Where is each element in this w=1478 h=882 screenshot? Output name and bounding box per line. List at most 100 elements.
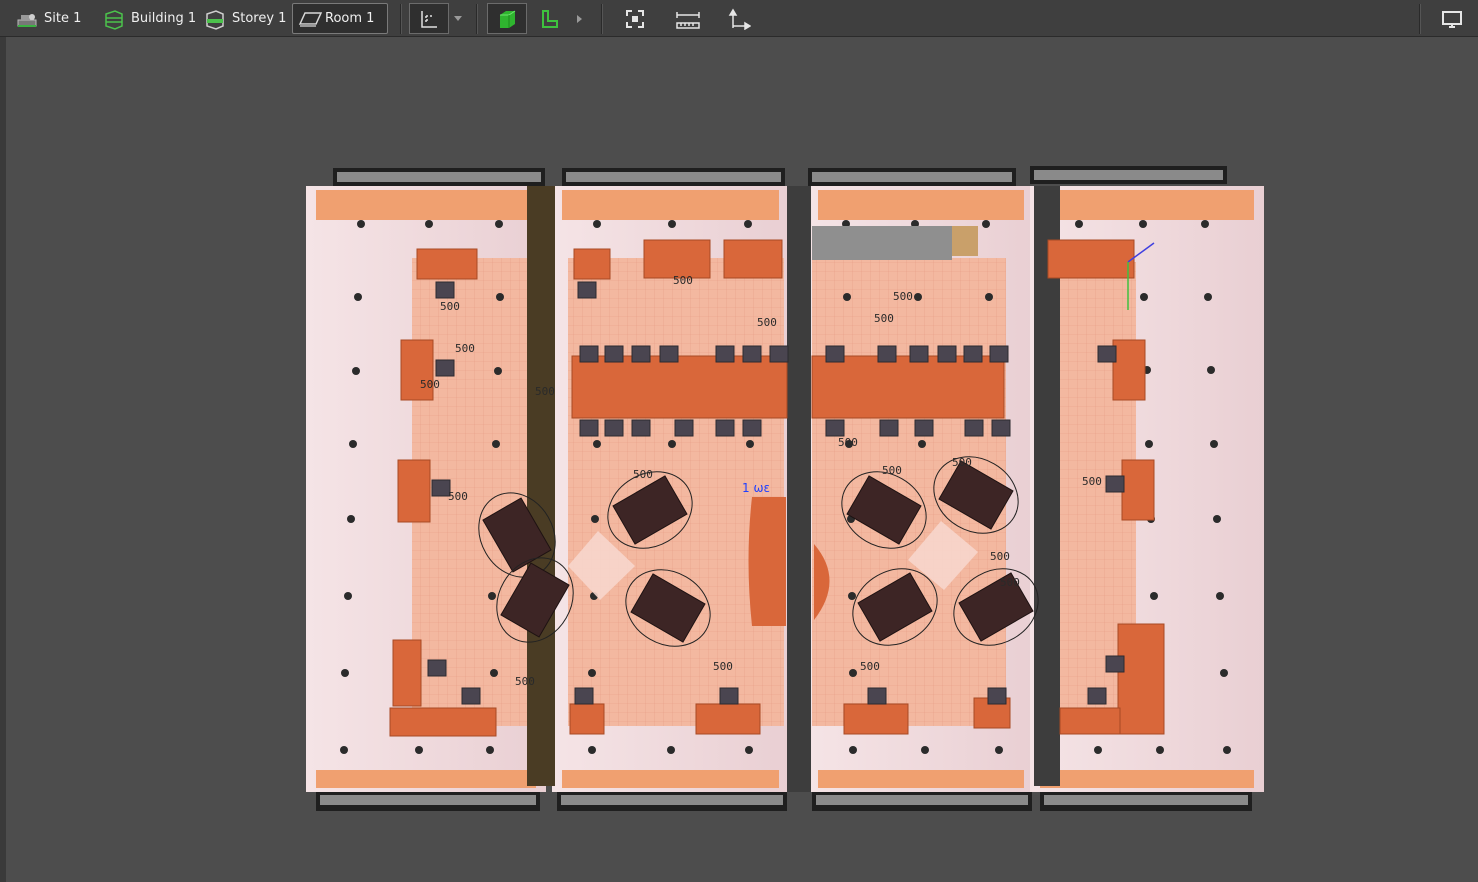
ceiling-light [849,746,857,754]
ceiling-light [667,746,675,754]
chair [987,687,1007,705]
ceiling-light [985,293,993,301]
3d-view-button[interactable] [487,3,527,34]
breadcrumb-label: Room 1 [325,11,375,26]
chair [989,345,1009,363]
chair [659,345,679,363]
fit-to-view-button[interactable] [617,3,653,34]
floor-label: 500 [455,342,475,355]
chair [914,419,934,437]
furniture-block [1117,623,1165,735]
chair [1105,475,1125,493]
toolbar-separator [400,4,401,34]
measure-button[interactable] [668,3,704,34]
chair [825,345,845,363]
ceiling-light [1204,293,1212,301]
floor-label: 500 [952,456,972,469]
chair [604,345,624,363]
measure-ruler-icon [675,8,700,30]
chair [579,419,599,437]
site-icon [16,8,38,30]
chair [579,345,599,363]
toolbar-separator [1419,4,1420,34]
chair [715,419,735,437]
display-settings-button[interactable] [1434,3,1470,34]
floorplan-view-button[interactable] [409,3,449,34]
ceiling-light [588,746,596,754]
3d-viewport[interactable]: 500 500 500 500 500 500 500 500 500 500 500 500 500 5… [6,37,1478,882]
ceiling-light [415,746,423,754]
chair [1097,345,1117,363]
window-glass [561,795,783,805]
ceiling-light [1210,440,1218,448]
chair [604,419,624,437]
window-glass [812,172,1012,182]
ceiling-light [1156,746,1164,754]
chair [742,345,762,363]
breadcrumb-storey[interactable]: Storey 1 [200,3,290,34]
breadcrumb-label: Site 1 [44,11,82,26]
floorplan-view-icon [418,8,440,30]
ceiling-light [593,440,601,448]
ceiling-light [668,440,676,448]
chair [879,419,899,437]
ceiling-light [1201,220,1209,228]
chair [461,687,481,705]
chair [1105,655,1125,673]
top-wall-strip [818,190,1024,220]
top-toolbar: Site 1 Building 1 Storey 1 Room 1 [0,0,1478,37]
ceiling-light [588,669,596,677]
floorplan-dropdown-button[interactable] [451,3,465,34]
ceiling-light [344,592,352,600]
furniture-block [1121,459,1155,521]
ceiling-light [488,592,496,600]
ceiling-light [849,669,857,677]
bottom-wall-strip [316,770,536,788]
dimension-button[interactable] [718,3,754,34]
room-scene[interactable]: 500 500 500 500 500 500 500 500 500 500 500 500 500 5… [6,37,1478,882]
partition-gap [787,186,811,792]
dimension-arrow-icon [725,8,752,30]
ceiling-light [495,220,503,228]
floor-label: 500 [874,312,894,325]
breadcrumb-label: Building 1 [131,11,197,26]
ceiling-light [848,592,856,600]
ceiling-light [995,746,1003,754]
ceiling-light [982,220,990,228]
view-more-button[interactable] [572,3,586,34]
chair [674,419,694,437]
floor-label: 500 [860,660,880,673]
2d-view-button[interactable] [531,3,567,34]
monitor-icon [1441,8,1463,30]
ceiling-light [1150,592,1158,600]
room-icon [297,8,323,30]
window-glass [1044,795,1248,805]
ceiling-light [918,440,926,448]
floor-label: 500 [990,550,1010,563]
storey-icon [204,8,226,30]
chair [631,419,651,437]
floor-label: 500 [882,464,902,477]
ceiling-light [354,293,362,301]
floor-label: 500 [515,675,535,688]
furniture-block [1059,707,1121,735]
floor-label: 500 [713,660,733,673]
floor-label: 500 [838,436,858,449]
storage-strip [812,226,952,260]
chair [574,687,594,705]
furniture-block [723,239,783,279]
building-icon [103,8,125,30]
breadcrumb-building[interactable]: Building 1 [99,3,200,34]
partition-wall [527,186,555,786]
breadcrumb-room[interactable]: Room 1 [292,3,388,34]
furniture-block [573,248,611,280]
toolbar-separator [476,4,477,34]
chevron-right-icon [576,14,582,23]
chair [964,419,984,437]
ceiling-light [425,220,433,228]
chair [867,687,887,705]
breadcrumb-site[interactable]: Site 1 [12,3,85,34]
ceiling-light [1216,592,1224,600]
top-wall-strip [1040,190,1254,220]
floor-label: 500 [535,385,555,398]
